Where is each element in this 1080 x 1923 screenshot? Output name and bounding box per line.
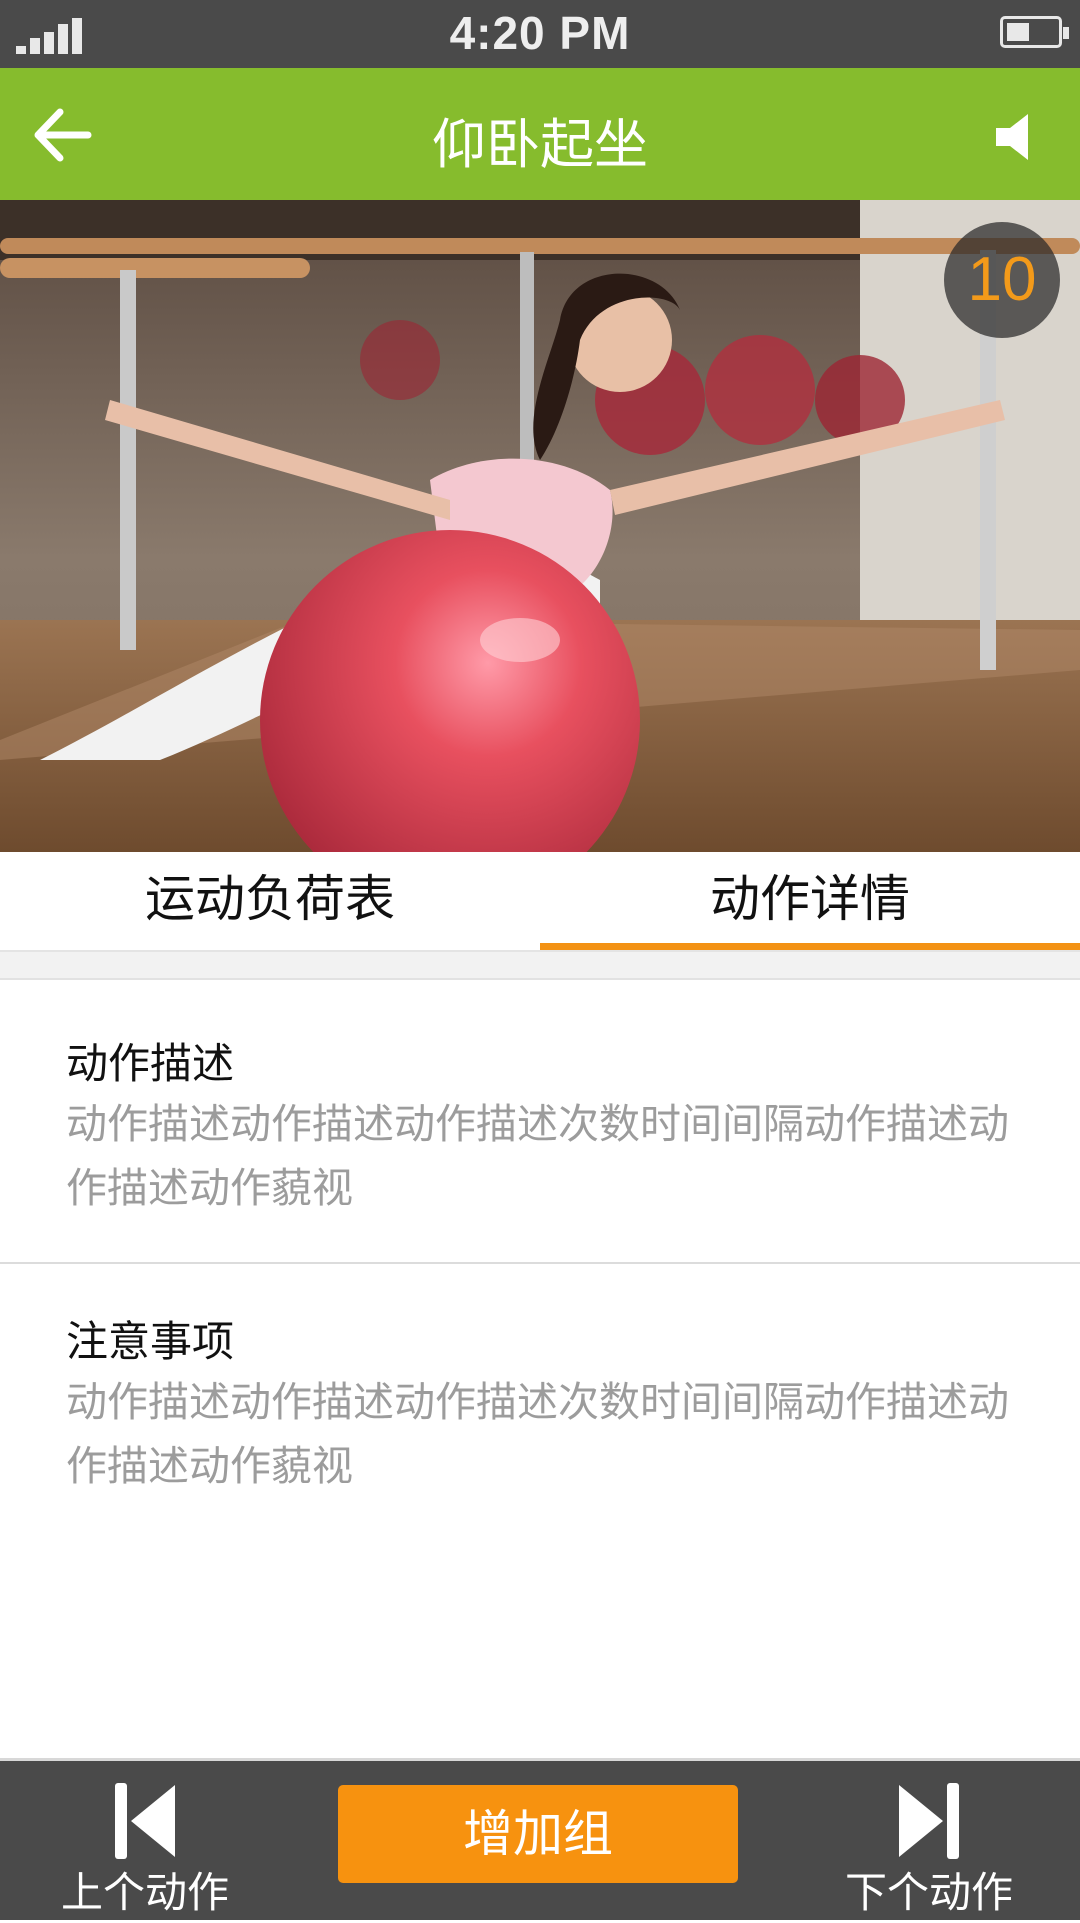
- section-gap: [0, 952, 1080, 980]
- sound-button[interactable]: [992, 110, 1042, 164]
- bottom-action-bar: 上个动作 增加组 下个动作: [0, 1758, 1080, 1920]
- tab-load-table[interactable]: 运动负荷表: [0, 852, 540, 950]
- tab-bar: 运动负荷表 动作详情: [0, 852, 1080, 952]
- section-body: 动作描述动作描述动作描述次数时间间隔动作描述动作描述动作藐视: [66, 1100, 1009, 1212]
- speaker-icon: [996, 114, 1028, 160]
- divider: [0, 1262, 1080, 1264]
- next-action-label: 下个动作: [844, 1868, 1013, 1917]
- section-heading: 动作描述: [66, 1039, 235, 1088]
- app-header: 仰卧起坐: [0, 68, 1080, 200]
- exercise-photo: [0, 200, 1080, 852]
- rep-counter: 10: [944, 222, 1060, 338]
- page-title: 仰卧起坐: [432, 113, 648, 176]
- battery-icon: [1000, 16, 1069, 48]
- next-action-button[interactable]: 下个动作: [814, 1761, 1044, 1923]
- prev-action-button[interactable]: 上个动作: [30, 1761, 260, 1923]
- status-time: 4:20 PM: [449, 7, 631, 59]
- add-set-button[interactable]: 增加组: [338, 1785, 738, 1883]
- skip-previous-icon: [115, 1783, 175, 1859]
- section-body: 动作描述动作描述动作描述次数时间间隔动作描述动作描述动作藐视: [66, 1378, 1009, 1490]
- section-heading: 注意事项: [66, 1317, 235, 1366]
- skip-next-icon: [899, 1783, 959, 1859]
- prev-action-label: 上个动作: [60, 1868, 229, 1917]
- status-bar: 4:20 PM: [0, 0, 1080, 68]
- tab-action-details[interactable]: 动作详情: [540, 852, 1080, 950]
